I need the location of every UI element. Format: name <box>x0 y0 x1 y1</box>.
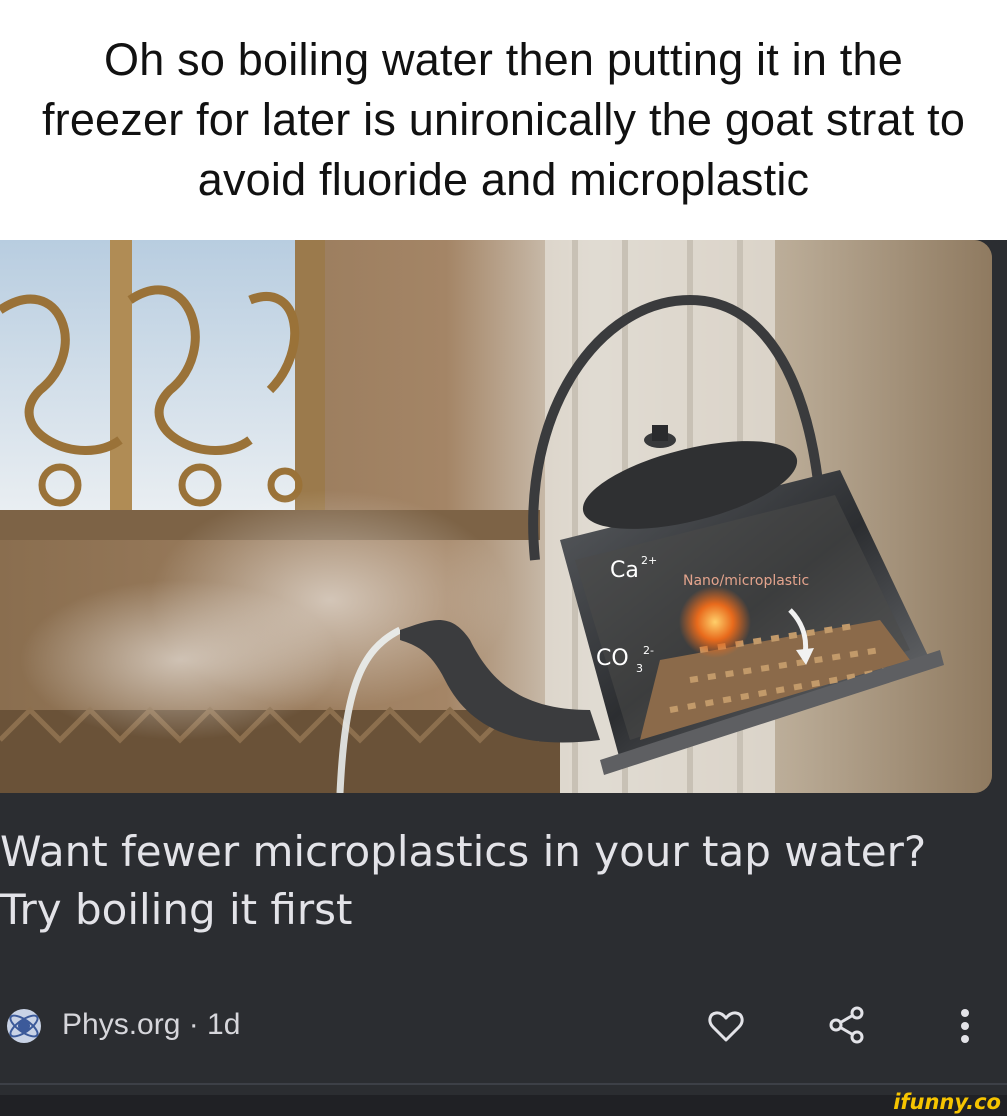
ifunny-watermark: ifunny.co <box>893 1090 1001 1114</box>
bottom-bar: ifunny.co <box>0 1090 1007 1116</box>
news-card[interactable]: Ca 2+ CO 3 2- Nano/microplastic Want few… <box>0 240 1007 1116</box>
phys-org-logo-icon <box>7 1009 41 1043</box>
article-meta-row: Phys.org · 1d <box>0 1000 1007 1050</box>
caption-text: Oh so boiling water then putting it in t… <box>41 34 966 205</box>
label-co-sub: 3 <box>636 662 643 675</box>
article-source[interactable]: Phys.org · 1d <box>62 1005 240 1045</box>
card-divider <box>0 1083 1007 1085</box>
label-co: CO <box>596 646 629 671</box>
more-vertical-icon[interactable] <box>950 1004 980 1048</box>
label-ca-charge: 2+ <box>641 554 657 567</box>
kettle-illustration: Ca 2+ CO 3 2- Nano/microplastic <box>0 240 992 793</box>
label-nanoplastic: Nano/microplastic <box>683 573 809 589</box>
meme-caption: Oh so boiling water then putting it in t… <box>0 0 1007 240</box>
article-image[interactable]: Ca 2+ CO 3 2- Nano/microplastic <box>0 240 992 793</box>
share-icon[interactable] <box>826 1004 868 1046</box>
article-headline[interactable]: Want fewer microplastics in your tap wat… <box>0 823 990 939</box>
label-ca: Ca <box>610 558 639 583</box>
heart-icon[interactable] <box>706 1006 746 1046</box>
label-co-charge: 2- <box>643 644 654 657</box>
